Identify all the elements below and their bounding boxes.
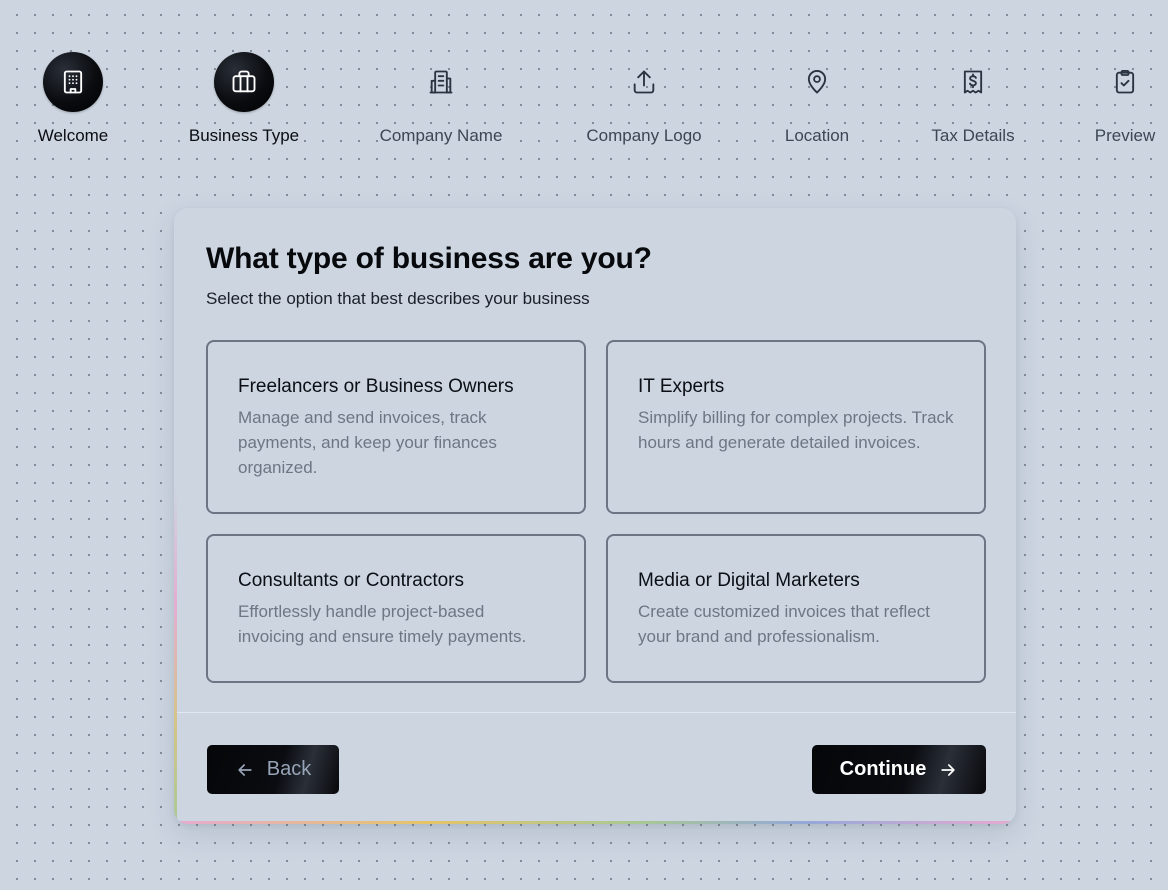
step-company-name[interactable]: Company Name <box>361 52 521 146</box>
step-label: Business Type <box>186 126 302 146</box>
option-description: Create customized invoices that reflect … <box>638 602 930 646</box>
business-type-card: What type of business are you? Select th… <box>174 208 1016 824</box>
business-type-options: Freelancers or Business Owners Manage an… <box>206 340 986 683</box>
step-label: Tax Details <box>929 126 1017 146</box>
option-description: Manage and send invoices, track payments… <box>238 408 497 477</box>
option-media-marketers[interactable]: Media or Digital Marketers Create custom… <box>606 534 986 683</box>
building-icon <box>43 52 103 112</box>
map-pin-icon <box>787 52 847 112</box>
option-consultants[interactable]: Consultants or Contractors Effortlessly … <box>206 534 586 683</box>
option-description: Simplify billing for complex projects. T… <box>638 408 954 452</box>
step-business-type[interactable]: Business Type <box>164 52 324 146</box>
receipt-dollar-icon <box>943 52 1003 112</box>
option-freelancers[interactable]: Freelancers or Business Owners Manage an… <box>206 340 586 514</box>
option-title: Consultants or Contractors <box>238 570 464 591</box>
continue-button[interactable]: Continue <box>812 745 986 794</box>
option-title: IT Experts <box>638 376 725 397</box>
option-description: Effortlessly handle project-based invoic… <box>238 602 527 646</box>
arrow-left-icon <box>238 763 252 776</box>
step-company-logo[interactable]: Company Logo <box>564 52 724 146</box>
card-divider <box>174 712 1016 713</box>
back-button-label: Back <box>266 758 312 780</box>
office-building-icon <box>411 52 471 112</box>
clipboard-check-icon <box>1095 52 1155 112</box>
step-label: Company Logo <box>584 126 704 146</box>
step-label: Location <box>782 126 852 146</box>
option-title: Media or Digital Marketers <box>638 570 860 591</box>
onboarding-stepper: Welcome Business Type Company Name Compa… <box>0 52 1168 162</box>
option-title: Freelancers or Business Owners <box>238 376 514 397</box>
upload-icon <box>614 52 674 112</box>
briefcase-icon <box>214 52 274 112</box>
page-subtitle: Select the option that best describes yo… <box>206 289 590 308</box>
page-title: What type of business are you? <box>206 242 652 275</box>
step-label: Welcome <box>35 126 111 146</box>
step-welcome[interactable]: Welcome <box>0 52 153 146</box>
step-label: Preview <box>1092 126 1158 146</box>
arrow-right-icon <box>941 763 955 776</box>
step-label: Company Name <box>377 126 505 146</box>
option-it-experts[interactable]: IT Experts Simplify billing for complex … <box>606 340 986 514</box>
back-button[interactable]: Back <box>207 745 339 794</box>
step-preview[interactable]: Preview <box>1045 52 1168 146</box>
continue-button-label: Continue <box>839 758 927 780</box>
step-location[interactable]: Location <box>737 52 897 146</box>
step-tax-details[interactable]: Tax Details <box>893 52 1053 146</box>
